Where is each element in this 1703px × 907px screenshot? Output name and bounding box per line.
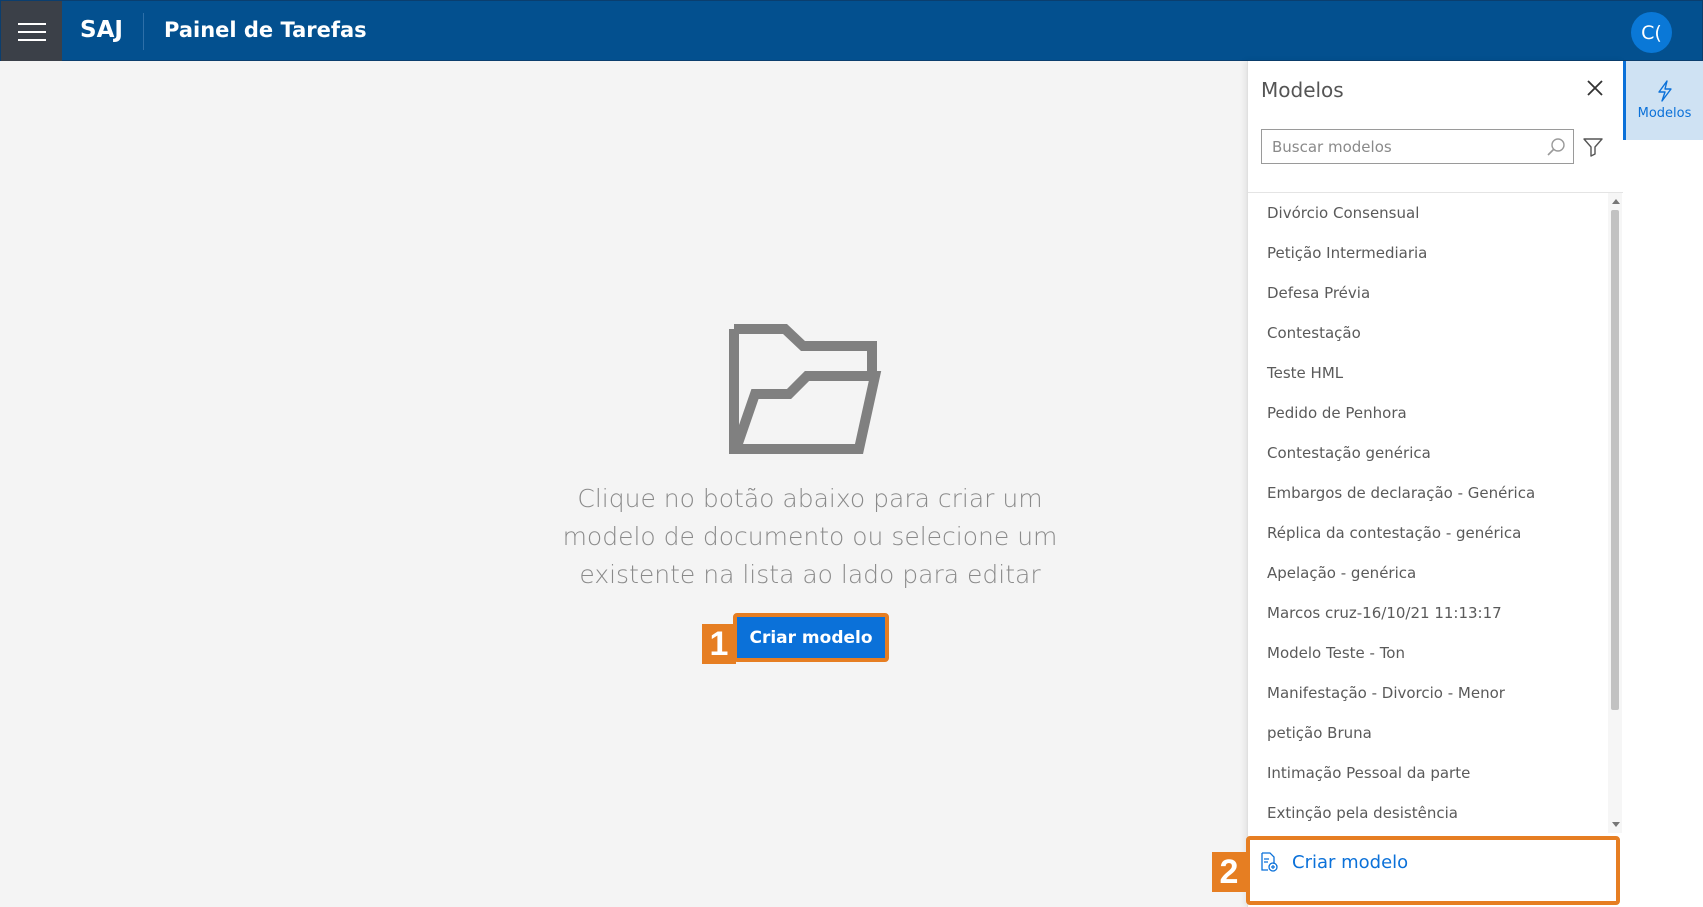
list-item[interactable]: Petição Intermediaria — [1248, 233, 1606, 273]
list-item[interactable]: Embargos de declaração - Genérica — [1248, 473, 1606, 513]
models-list: Divórcio Consensual Petição Intermediaria… — [1248, 193, 1606, 833]
callout-badge-1: 1 — [702, 624, 736, 664]
scroll-down-arrow-icon[interactable] — [1612, 822, 1620, 827]
user-avatar[interactable]: C( — [1631, 12, 1672, 53]
list-item[interactable]: Teste HML — [1248, 353, 1606, 393]
scroll-up-arrow-icon[interactable] — [1612, 199, 1620, 204]
panel-title: Modelos — [1261, 78, 1344, 102]
search-icon[interactable] — [1546, 137, 1566, 157]
search-input[interactable] — [1272, 136, 1532, 158]
create-model-button[interactable]: Criar modelo — [737, 617, 885, 658]
scroll-thumb[interactable] — [1611, 210, 1619, 710]
filter-icon[interactable] — [1583, 137, 1603, 157]
list-item[interactable]: Modelo Teste - Ton — [1248, 633, 1606, 673]
list-item[interactable]: Manifestação - Divorcio - Menor — [1248, 673, 1606, 713]
search-field — [1261, 129, 1574, 164]
brand-logo: SAJ — [80, 17, 123, 43]
callout-frame-2 — [1246, 836, 1620, 905]
list-item[interactable]: Extinção pela desistência — [1248, 793, 1606, 833]
close-icon[interactable] — [1584, 77, 1606, 99]
page-title: Painel de Tarefas — [164, 18, 367, 42]
right-rail: Modelos — [1623, 61, 1703, 907]
brand-divider — [143, 13, 144, 50]
rail-tab-label: Modelos — [1637, 106, 1692, 121]
rail-tab-modelos[interactable]: Modelos — [1623, 61, 1703, 140]
list-item[interactable]: Contestação genérica — [1248, 433, 1606, 473]
list-item[interactable]: petição Bruna — [1248, 713, 1606, 753]
callout-badge-2: 2 — [1212, 852, 1246, 892]
lightning-icon — [1657, 80, 1672, 102]
list-item[interactable]: Pedido de Penhora — [1248, 393, 1606, 433]
list-item[interactable]: Marcos cruz-16/10/21 11:13:17 — [1248, 593, 1606, 633]
empty-state-message: Clique no botão abaixo para criar um mod… — [562, 484, 1058, 589]
list-item[interactable]: Contestação — [1248, 313, 1606, 353]
open-folder-icon — [729, 324, 882, 454]
list-item[interactable]: Intimação Pessoal da parte — [1248, 753, 1606, 793]
list-item[interactable]: Divórcio Consensual — [1248, 193, 1606, 233]
list-scrollbar[interactable] — [1608, 193, 1622, 833]
hamburger-menu-icon[interactable] — [1, 1, 62, 62]
list-item[interactable]: Réplica da contestação - genérica — [1248, 513, 1606, 553]
top-bar: SAJ Painel de Tarefas C( — [0, 0, 1703, 62]
list-item[interactable]: Apelação - genérica — [1248, 553, 1606, 593]
list-item[interactable]: Defesa Prévia — [1248, 273, 1606, 313]
models-panel: Modelos Divórcio ConsensualPetição Inter… — [1247, 61, 1624, 907]
